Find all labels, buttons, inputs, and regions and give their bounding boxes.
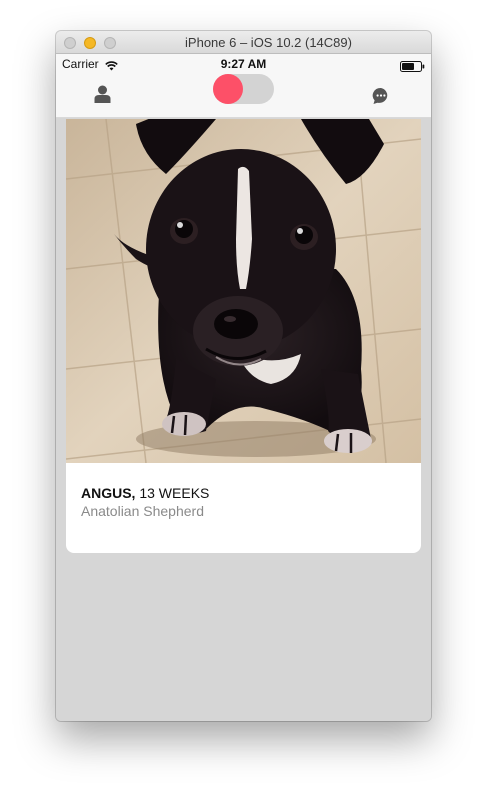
simulator-window: iPhone 6 – iOS 10.2 (14C89) Carrier 9:27… xyxy=(56,31,431,721)
card-info: ANGUS, 13 WEEKS Anatolian Shepherd xyxy=(81,484,406,520)
chat-bubble-icon[interactable] xyxy=(372,87,390,110)
name-age-line: ANGUS, 13 WEEKS xyxy=(81,484,406,502)
window-titlebar: iPhone 6 – iOS 10.2 (14C89) xyxy=(56,31,431,54)
dog-photo xyxy=(66,119,421,463)
window-title: iPhone 6 – iOS 10.2 (14C89) xyxy=(185,35,352,50)
status-bar: Carrier 9:27 AM xyxy=(56,54,431,74)
profile-card[interactable]: ANGUS, 13 WEEKS Anatolian Shepherd xyxy=(66,119,421,553)
dog-breed: Anatolian Shepherd xyxy=(81,503,204,519)
dog-name: ANGUS, xyxy=(81,485,136,501)
close-window-button[interactable] xyxy=(64,37,76,49)
status-time: 9:27 AM xyxy=(220,57,267,71)
mode-toggle-switch[interactable] xyxy=(213,74,274,104)
zoom-window-button[interactable] xyxy=(104,37,116,49)
toggle-knob xyxy=(213,74,243,104)
minimize-window-button[interactable] xyxy=(84,37,96,49)
dog-age: 13 WEEKS xyxy=(139,485,210,501)
device-screen: Carrier 9:27 AM ANGUS, 13 WEEKS Anatolia… xyxy=(56,54,431,721)
navigation-bar xyxy=(56,74,431,118)
person-icon[interactable] xyxy=(94,85,111,108)
